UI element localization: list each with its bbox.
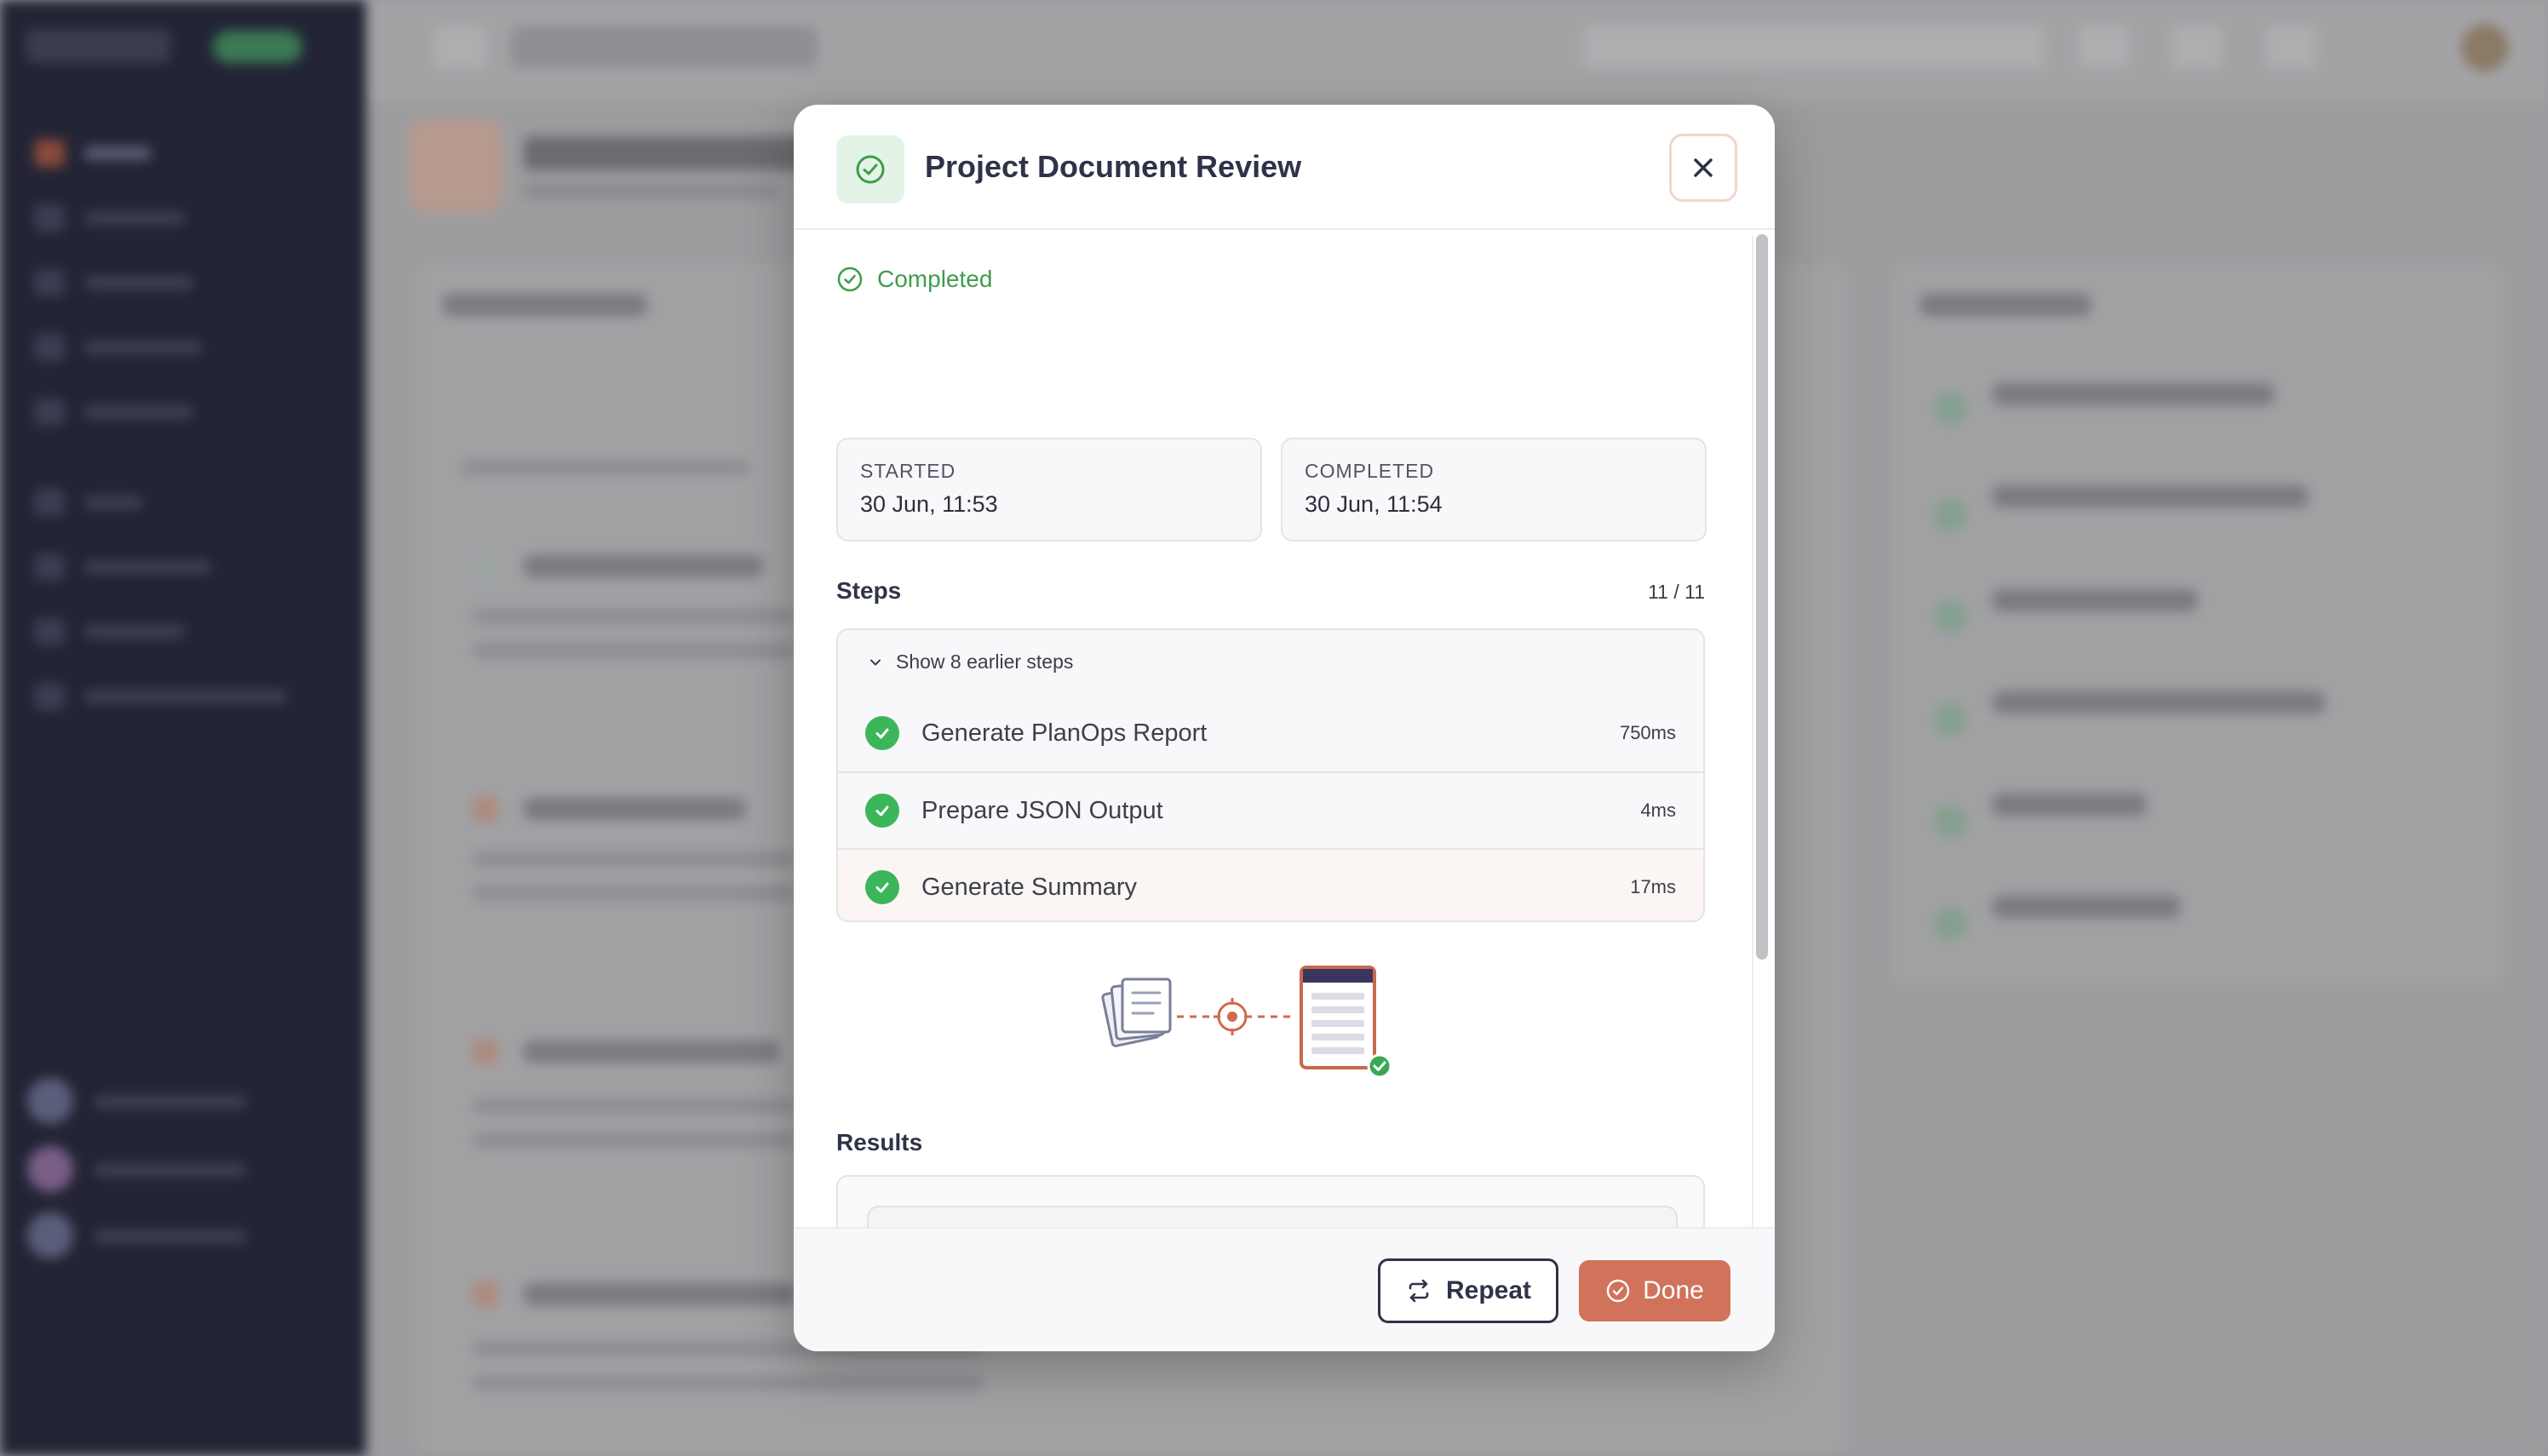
modal-footer: Repeat Done — [794, 1227, 1775, 1351]
completed-card: COMPLETED 30 Jun, 11:54 — [1281, 438, 1707, 542]
scrollbar-thumb[interactable] — [1756, 234, 1768, 960]
report-icon — [1300, 966, 1392, 1079]
done-button[interactable]: Done — [1579, 1260, 1730, 1321]
started-label: STARTED — [860, 460, 956, 482]
sidebar-item — [34, 683, 307, 710]
chevron-down-icon — [870, 659, 881, 665]
avatar — [27, 1146, 73, 1192]
results-title: Results — [836, 1129, 923, 1155]
started-value: 30 Jun, 11:53 — [860, 491, 998, 517]
started-card: STARTED 30 Jun, 11:53 — [836, 438, 1262, 542]
sidebar-item — [34, 140, 307, 167]
steps-list: Show 8 earlier steps Generate PlanOps Re… — [836, 628, 1705, 922]
step-label: Generate Summary — [921, 873, 1138, 901]
repeat-icon — [1409, 1279, 1429, 1303]
steps-count: 11 / 11 — [1648, 581, 1705, 603]
sidebar-item — [34, 398, 307, 426]
step-row: Generate Summary 17ms — [838, 848, 1703, 920]
repeat-button[interactable]: Repeat — [1378, 1258, 1558, 1323]
check-circle-icon — [836, 135, 904, 203]
status-text: Completed — [877, 266, 993, 292]
documents-icon — [1101, 977, 1172, 1047]
sidebar-item — [34, 553, 307, 581]
step-duration: 4ms — [1640, 800, 1676, 821]
step-duration: 17ms — [1630, 876, 1676, 897]
step-label: Prepare JSON Output — [921, 796, 1163, 824]
step-row: Generate PlanOps Report 750ms — [838, 695, 1703, 771]
sidebar-item — [34, 204, 307, 232]
sidebar-item — [34, 618, 307, 645]
modal-header: Project Document Review — [794, 105, 1775, 230]
workflow-illustration — [1101, 966, 1392, 1079]
sidebar-item — [34, 269, 307, 296]
completed-label: COMPLETED — [1305, 460, 1435, 482]
check-circle-icon — [1606, 1279, 1630, 1303]
app-logo — [26, 29, 170, 63]
close-button[interactable] — [1669, 134, 1737, 202]
show-earlier-steps-toggle[interactable]: Show 8 earlier steps — [867, 651, 1073, 674]
run-details-modal: Project Document Review Completed STARTE… — [794, 105, 1775, 1351]
done-label: Done — [1643, 1276, 1704, 1304]
sidebar-item — [34, 489, 307, 516]
plan-badge — [213, 31, 302, 63]
close-icon — [1694, 158, 1713, 177]
check-icon — [865, 716, 899, 750]
completed-value: 30 Jun, 11:54 — [1305, 491, 1443, 517]
check-circle-icon — [837, 267, 863, 292]
avatar — [27, 1078, 73, 1124]
background-panel — [1891, 264, 2504, 988]
status-indicator: Completed — [836, 266, 992, 293]
check-icon — [865, 870, 899, 904]
sidebar — [0, 0, 366, 1456]
target-icon — [1214, 998, 1251, 1035]
check-icon — [865, 794, 899, 828]
step-row: Prepare JSON Output 4ms — [838, 771, 1703, 848]
avatar — [27, 1212, 73, 1258]
step-label: Generate PlanOps Report — [921, 719, 1208, 747]
step-duration: 750ms — [1619, 722, 1676, 743]
modal-title: Project Document Review — [925, 149, 1302, 184]
modal-body[interactable]: Completed STARTED 30 Jun, 11:53 COMPLETE… — [794, 232, 1747, 1330]
show-earlier-label: Show 8 earlier steps — [896, 651, 1074, 673]
sidebar-item — [34, 334, 307, 361]
repeat-label: Repeat — [1445, 1276, 1532, 1304]
steps-title: Steps — [836, 577, 902, 604]
topbar — [366, 0, 2548, 102]
